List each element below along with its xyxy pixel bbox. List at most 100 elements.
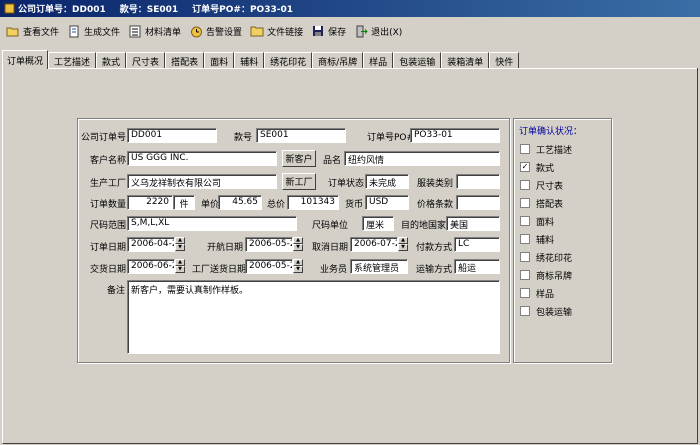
customer-input[interactable]: US GGG INC. [127, 151, 277, 166]
style-no-label: 款号 [234, 133, 253, 143]
unit-price-input[interactable]: 45.65 [218, 195, 262, 210]
payment-input[interactable]: LC [454, 237, 500, 252]
remarks-textarea[interactable]: 新客户，需要认真制作样板。 [127, 280, 500, 354]
tab-labels[interactable]: 商标/吊牌 [312, 52, 364, 69]
checkbox-icon [520, 144, 530, 154]
view-files-button[interactable]: 查看文件 [6, 24, 59, 38]
list-icon [128, 24, 142, 38]
currency-label: 货币 [345, 200, 364, 210]
alarm-settings-button[interactable]: 告警设置 [189, 24, 242, 38]
status-label: 订单状态 [328, 179, 365, 189]
new-customer-button[interactable]: 新客户 [282, 150, 316, 167]
price-terms-label: 价格条款 [417, 200, 454, 210]
exit-icon [354, 24, 368, 38]
dest-input[interactable]: 美国 [446, 216, 500, 231]
cancel-date-input[interactable]: 2006-07-28 [350, 237, 398, 252]
confirm-size-checkbox[interactable]: 尺寸表 [520, 178, 610, 192]
title-po: 订单号PO#：PO33-01 [192, 5, 293, 15]
document-icon [67, 24, 81, 38]
cancel-date-label: 取消日期 [312, 243, 349, 253]
price-terms-input[interactable] [456, 195, 500, 210]
confirm-matching-checkbox[interactable]: 搭配表 [520, 196, 610, 210]
tab-style[interactable]: 款式 [96, 52, 127, 69]
delivery-date-label: 交货日期 [90, 265, 127, 275]
tab-accessories[interactable]: 辅料 [234, 52, 265, 69]
tab-embroidery[interactable]: 绣花印花 [264, 52, 313, 69]
confirm-labels-checkbox[interactable]: 商标吊牌 [520, 268, 610, 282]
company-order-label: 公司订单号 [81, 133, 127, 143]
transport-input[interactable]: 船运 [454, 259, 500, 274]
size-unit-label: 尺码单位 [312, 221, 349, 231]
save-button[interactable]: 保存 [311, 24, 346, 38]
qty-unit: 件 [173, 195, 195, 210]
toolbar: 查看文件 生成文件 材料清单 告警设置 文件链接 保存 退出(X) [0, 19, 700, 43]
salesman-input[interactable]: 系统管理员 [350, 259, 408, 274]
tab-strip: 订单概况 工艺描述 款式 尺寸表 搭配表 面料 辅料 绣花印花 商标/吊牌 样品… [2, 50, 520, 69]
title-style-no: 款号：SE001 [119, 5, 179, 15]
factory-delivery-label: 工厂送货日期 [192, 265, 247, 275]
order-date-spinner[interactable]: ▲ ▼ [175, 237, 185, 252]
tab-process-desc[interactable]: 工艺描述 [48, 52, 97, 69]
checkbox-icon [520, 198, 530, 208]
transport-label: 运输方式 [416, 265, 453, 275]
checkbox-icon [520, 252, 530, 262]
delivery-date-input[interactable]: 2006-06-28 [127, 259, 175, 274]
tab-order-overview[interactable]: 订单概况 [2, 50, 49, 69]
payment-label: 付款方式 [416, 243, 453, 253]
po-input[interactable]: PO33-01 [410, 128, 500, 143]
salesman-label: 业务员 [320, 265, 348, 275]
material-list-button[interactable]: 材料清单 [128, 24, 181, 38]
checkbox-icon [520, 180, 530, 190]
factory-delivery-spinner[interactable]: ▲ ▼ [293, 259, 303, 274]
confirm-style-checkbox[interactable]: ✓ 款式 [520, 160, 610, 174]
delivery-date-spinner[interactable]: ▲ ▼ [175, 259, 185, 274]
checkbox-icon [520, 234, 530, 244]
style-no-input[interactable]: SE001 [256, 128, 346, 143]
currency-input[interactable]: USD [365, 195, 409, 210]
cancel-date-spinner[interactable]: ▲ ▼ [398, 237, 408, 252]
alarm-icon [189, 24, 203, 38]
garment-type-input[interactable] [456, 174, 500, 189]
file-link-button[interactable]: 文件链接 [250, 24, 303, 38]
confirm-process-checkbox[interactable]: 工艺描述 [520, 142, 610, 156]
confirm-accessories-checkbox[interactable]: 辅料 [520, 232, 610, 246]
size-range-label: 尺码范围 [90, 221, 127, 231]
tab-size-chart[interactable]: 尺寸表 [126, 52, 166, 69]
dest-label: 目的地国家 [401, 221, 447, 231]
checkbox-checked-icon: ✓ [520, 162, 530, 172]
qty-input[interactable]: 2220 [127, 195, 173, 210]
product-name-input[interactable]: 纽约风情 [344, 151, 500, 166]
new-factory-button[interactable]: 新工厂 [282, 173, 316, 190]
generate-file-button[interactable]: 生成文件 [67, 24, 120, 38]
tab-matching[interactable]: 搭配表 [165, 52, 205, 69]
confirm-samples-checkbox[interactable]: 样品 [520, 286, 610, 300]
tab-packing-shipping[interactable]: 包装运输 [393, 52, 442, 69]
size-unit-input[interactable]: 厘米 [362, 216, 394, 231]
checkbox-icon [520, 288, 530, 298]
qty-label: 订单数量 [90, 200, 127, 210]
checkbox-icon [520, 216, 530, 226]
checkbox-icon [520, 270, 530, 280]
tab-packing-list[interactable]: 装箱清单 [441, 52, 490, 69]
title-bar: 公司订单号：DD001 款号：SE001 订单号PO#：PO33-01 [0, 0, 700, 17]
confirm-fabric-checkbox[interactable]: 面料 [520, 214, 610, 228]
sail-date-spinner[interactable]: ▲ ▼ [293, 237, 303, 252]
remarks-label: 备注 [107, 286, 126, 296]
floppy-icon [311, 24, 325, 38]
tab-samples[interactable]: 样品 [363, 52, 394, 69]
confirm-embroidery-checkbox[interactable]: 绣花印花 [520, 250, 610, 264]
status-input[interactable]: 未完成 [365, 174, 409, 189]
total-input[interactable]: 101343 [287, 195, 339, 210]
size-range-input[interactable]: S,M,L,XL [127, 216, 297, 231]
confirm-packing-checkbox[interactable]: 包装运输 [520, 304, 610, 318]
factory-delivery-input[interactable]: 2006-05-26 [245, 259, 293, 274]
tab-express[interactable]: 快件 [489, 52, 520, 69]
factory-input[interactable]: 义乌龙祥制衣有限公司 [127, 174, 277, 189]
exit-button[interactable]: 退出(X) [354, 24, 402, 38]
order-date-input[interactable]: 2006-04-28 [127, 237, 175, 252]
tab-fabric[interactable]: 面料 [204, 52, 235, 69]
total-label: 总价 [267, 200, 286, 210]
company-order-input[interactable]: DD001 [127, 128, 217, 143]
sail-date-input[interactable]: 2006-05-28 [245, 237, 293, 252]
customer-label: 客户名称 [90, 156, 127, 166]
